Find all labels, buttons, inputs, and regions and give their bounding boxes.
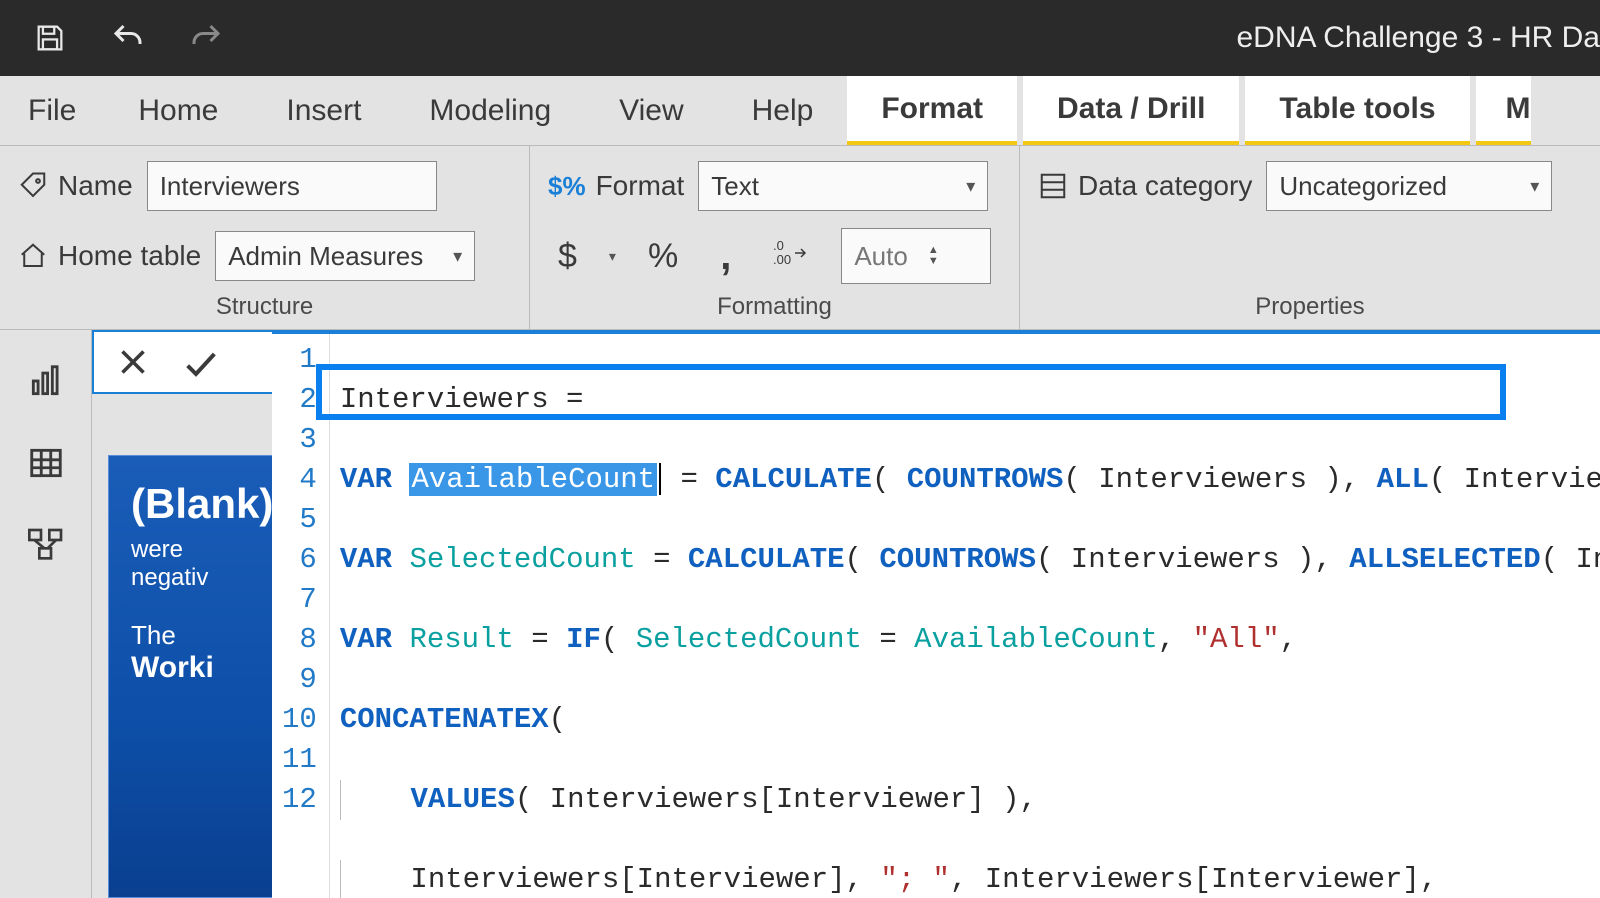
model-view-icon[interactable] <box>25 524 67 566</box>
line-gutter: 1 2 3 4 5 6 7 8 9 10 11 12 <box>272 334 330 898</box>
svg-text:.0: .0 <box>773 238 784 253</box>
undo-icon[interactable] <box>108 18 148 58</box>
tab-measure-tools[interactable]: M <box>1476 76 1531 145</box>
decimals-input[interactable]: Auto ▲▼ <box>841 228 991 284</box>
selected-token: AvailableCount <box>409 463 657 496</box>
redo-icon[interactable] <box>186 18 226 58</box>
workspace: (Blank) were negativ The Worki 1 2 3 4 5… <box>0 330 1600 898</box>
code-content[interactable]: Interviewers = VAR AvailableCount = CALC… <box>330 334 1600 898</box>
group-label-properties: Properties <box>1038 287 1582 325</box>
home-table-select[interactable]: Admin Measures ▾ <box>215 231 475 281</box>
comma-button[interactable]: , <box>710 234 741 279</box>
tab-data-drill[interactable]: Data / Drill <box>1023 76 1239 145</box>
view-switcher <box>0 330 92 898</box>
data-category-label: Data category <box>1038 170 1252 202</box>
group-label-formatting: Formatting <box>548 287 1001 325</box>
format-icon: $% <box>548 171 586 202</box>
chevron-down-icon: ▾ <box>609 248 616 265</box>
svg-text:.00: .00 <box>773 252 791 267</box>
group-formatting: $% Format Text ▾ $ ▾ % , .0.00 Auto ▲▼ <box>530 146 1020 329</box>
check-icon <box>181 344 221 384</box>
name-label: Name <box>18 170 133 202</box>
percent-button[interactable]: % <box>638 237 688 276</box>
save-icon[interactable] <box>30 18 70 58</box>
report-view-icon[interactable] <box>25 360 67 402</box>
group-properties: Data category Uncategorized ▾ Properties <box>1020 146 1600 329</box>
format-select[interactable]: Text ▾ <box>698 161 988 211</box>
tab-insert[interactable]: Insert <box>252 76 395 145</box>
data-category-select[interactable]: Uncategorized ▾ <box>1266 161 1552 211</box>
formula-actions <box>92 330 272 394</box>
quick-access-toolbar <box>0 18 226 58</box>
category-icon <box>1038 171 1068 201</box>
tab-help[interactable]: Help <box>718 76 848 145</box>
window-title: eDNA Challenge 3 - HR Da <box>1236 21 1600 55</box>
formula-bar: 1 2 3 4 5 6 7 8 9 10 11 12 Interviewers … <box>92 330 1600 898</box>
tab-home[interactable]: Home <box>104 76 252 145</box>
home-table-label: Home table <box>18 240 201 272</box>
close-icon <box>115 344 151 380</box>
home-icon <box>18 241 48 271</box>
ribbon: Name Home table Admin Measures ▾ Structu… <box>0 146 1600 330</box>
tab-table-tools[interactable]: Table tools <box>1245 76 1469 145</box>
commit-button[interactable] <box>176 344 226 394</box>
group-structure: Name Home table Admin Measures ▾ Structu… <box>0 146 530 329</box>
tab-file[interactable]: File <box>0 76 104 145</box>
tab-format[interactable]: Format <box>847 76 1017 145</box>
spinner-icon[interactable]: ▲▼ <box>928 245 939 267</box>
chevron-down-icon: ▾ <box>966 176 975 197</box>
format-label: $% Format <box>548 170 684 202</box>
text-cursor <box>659 463 661 495</box>
ribbon-tabs: File Home Insert Modeling View Help Form… <box>0 76 1600 146</box>
cancel-button[interactable] <box>108 344 158 390</box>
measure-name-input[interactable] <box>147 161 437 211</box>
data-view-icon[interactable] <box>25 442 67 484</box>
tab-view[interactable]: View <box>585 76 717 145</box>
chevron-down-icon: ▾ <box>1530 176 1539 197</box>
chevron-down-icon: ▾ <box>453 246 462 267</box>
title-bar: eDNA Challenge 3 - HR Da <box>0 0 1600 76</box>
tag-icon <box>18 171 48 201</box>
decimals-icon: .0.00 <box>763 238 819 274</box>
group-label-structure: Structure <box>18 287 511 325</box>
tab-modeling[interactable]: Modeling <box>395 76 585 145</box>
dax-editor[interactable]: 1 2 3 4 5 6 7 8 9 10 11 12 Interviewers … <box>272 330 1600 898</box>
currency-button[interactable]: $ <box>548 237 587 276</box>
